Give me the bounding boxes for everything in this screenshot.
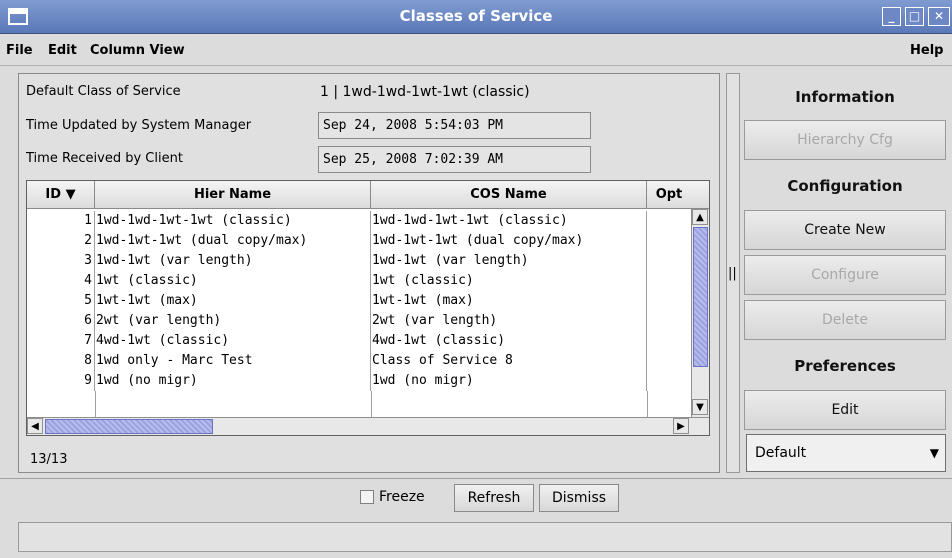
cell-id: 1 xyxy=(27,211,95,231)
column-header-opt[interactable]: Opt xyxy=(647,181,691,209)
cell-hier-name: 2wt (var length) xyxy=(95,311,371,331)
status-bar xyxy=(18,522,952,552)
horizontal-scroll-thumb[interactable] xyxy=(45,419,213,434)
table-row[interactable]: 7 4wd-1wt (classic) 4wd-1wt (classic) xyxy=(27,331,692,351)
row-count: 13/13 xyxy=(30,452,68,467)
cell-cos-name: 2wt (var length) xyxy=(371,311,647,331)
vertical-scrollbar[interactable]: ▲ ▼ xyxy=(691,209,709,417)
section-configuration: Configuration xyxy=(787,177,903,195)
cell-cos-name: 1wd (no migr) xyxy=(371,371,647,391)
minimize-icon[interactable]: _ xyxy=(882,7,901,26)
column-header-hier-name[interactable]: Hier Name xyxy=(95,181,371,209)
table-body: 1 1wd-1wd-1wt-1wt (classic) 1wd-1wd-1wt-… xyxy=(27,211,691,417)
scroll-up-icon[interactable]: ▲ xyxy=(692,209,708,225)
menu-bar: File Edit Column View Help xyxy=(0,34,952,66)
column-divider xyxy=(371,391,372,417)
header-corner xyxy=(691,181,709,209)
column-divider xyxy=(95,391,96,417)
cell-id: 6 xyxy=(27,311,95,331)
chevron-down-icon: ▼ xyxy=(929,446,939,460)
table-row[interactable]: 2 1wd-1wt-1wt (dual copy/max) 1wd-1wt-1w… xyxy=(27,231,692,251)
default-cos-value: 1 | 1wd-1wd-1wt-1wt (classic) xyxy=(320,84,530,100)
cell-id: 5 xyxy=(27,291,95,311)
menu-help[interactable]: Help xyxy=(910,43,943,58)
cell-hier-name: 1wt (classic) xyxy=(95,271,371,291)
freeze-label: Freeze xyxy=(379,489,425,505)
cell-hier-name: 1wd-1wt-1wt (dual copy/max) xyxy=(95,231,371,251)
cell-cos-name: 1wd-1wt (var length) xyxy=(371,251,647,271)
time-received-field: Sep 25, 2008 7:02:39 AM xyxy=(318,146,591,173)
cell-hier-name: 4wd-1wt (classic) xyxy=(95,331,371,351)
title-bar[interactable]: Classes of Service _ □ ✕ xyxy=(0,0,952,34)
section-information: Information xyxy=(795,88,895,106)
table-row[interactable]: 5 1wt-1wt (max) 1wt-1wt (max) xyxy=(27,291,692,311)
time-updated-field: Sep 24, 2008 5:54:03 PM xyxy=(318,112,591,139)
create-new-button[interactable]: Create New xyxy=(744,210,946,250)
dismiss-button[interactable]: Dismiss xyxy=(539,484,619,512)
table-row[interactable]: 1 1wd-1wd-1wt-1wt (classic) 1wd-1wd-1wt-… xyxy=(27,211,692,231)
scroll-left-icon[interactable]: ◀ xyxy=(27,418,43,434)
cell-hier-name: 1wd only - Marc Test xyxy=(95,351,371,371)
cell-id: 3 xyxy=(27,251,95,271)
cell-cos-name: 1wd-1wt-1wt (dual copy/max) xyxy=(371,231,647,251)
window-title: Classes of Service xyxy=(399,7,553,25)
scroll-down-icon[interactable]: ▼ xyxy=(692,399,708,415)
delete-button[interactable]: Delete xyxy=(744,300,946,340)
column-header-id[interactable]: ID ▼ xyxy=(27,181,95,209)
cell-hier-name: 1wd (no migr) xyxy=(95,371,371,391)
refresh-button[interactable]: Refresh xyxy=(454,484,534,512)
table-row[interactable]: 3 1wd-1wt (var length) 1wd-1wt (var leng… xyxy=(27,251,692,271)
cell-id: 4 xyxy=(27,271,95,291)
cell-id: 9 xyxy=(27,371,95,391)
close-icon[interactable]: ✕ xyxy=(928,7,950,26)
vertical-scroll-thumb[interactable] xyxy=(693,227,708,367)
cell-hier-name: 1wt-1wt (max) xyxy=(95,291,371,311)
edit-preferences-button[interactable]: Edit xyxy=(744,390,946,430)
hierarchy-cfg-button[interactable]: Hierarchy Cfg xyxy=(744,120,946,160)
menu-file[interactable]: File xyxy=(6,43,33,58)
time-updated-label: Time Updated by System Manager xyxy=(26,118,252,133)
menu-edit[interactable]: Edit xyxy=(48,43,77,58)
cell-id: 8 xyxy=(27,351,95,371)
cell-cos-name: 1wd-1wd-1wt-1wt (classic) xyxy=(371,211,647,231)
preference-select-value: Default xyxy=(755,445,807,461)
column-divider xyxy=(647,391,648,417)
cell-cos-name: 1wt (classic) xyxy=(371,271,647,291)
freeze-checkbox[interactable] xyxy=(360,490,374,504)
table-row[interactable]: 6 2wt (var length) 2wt (var length) xyxy=(27,311,692,331)
table-row[interactable]: 9 1wd (no migr) 1wd (no migr) xyxy=(27,371,692,391)
cell-cos-name: 4wd-1wt (classic) xyxy=(371,331,647,351)
table-row[interactable]: 8 1wd only - Marc Test Class of Service … xyxy=(27,351,692,371)
time-received-label: Time Received by Client xyxy=(26,151,183,166)
scroll-right-icon[interactable]: ▶ xyxy=(673,418,689,434)
cos-table: ID ▼ Hier Name COS Name Opt 1 1wd-1wd-1w… xyxy=(26,180,710,436)
configure-button[interactable]: Configure xyxy=(744,255,946,295)
divider-grip-icon: || xyxy=(728,266,737,281)
cell-cos-name: 1wt-1wt (max) xyxy=(371,291,647,311)
preference-select[interactable]: Default ▼ xyxy=(746,434,946,472)
default-cos-label: Default Class of Service xyxy=(26,84,181,99)
table-row[interactable]: 4 1wt (classic) 1wt (classic) xyxy=(27,271,692,291)
menu-column-view[interactable]: Column View xyxy=(90,43,185,58)
cell-id: 7 xyxy=(27,331,95,351)
cell-id: 2 xyxy=(27,231,95,251)
cell-cos-name: Class of Service 8 xyxy=(371,351,647,371)
separator xyxy=(0,478,952,479)
cell-hier-name: 1wd-1wt (var length) xyxy=(95,251,371,271)
split-pane-divider[interactable]: || xyxy=(726,73,740,473)
cell-hier-name: 1wd-1wd-1wt-1wt (classic) xyxy=(95,211,371,231)
column-header-cos-name[interactable]: COS Name xyxy=(371,181,647,209)
section-preferences: Preferences xyxy=(794,357,896,375)
maximize-icon[interactable]: □ xyxy=(905,7,924,26)
horizontal-scrollbar[interactable]: ◀ ▶ xyxy=(27,417,709,435)
